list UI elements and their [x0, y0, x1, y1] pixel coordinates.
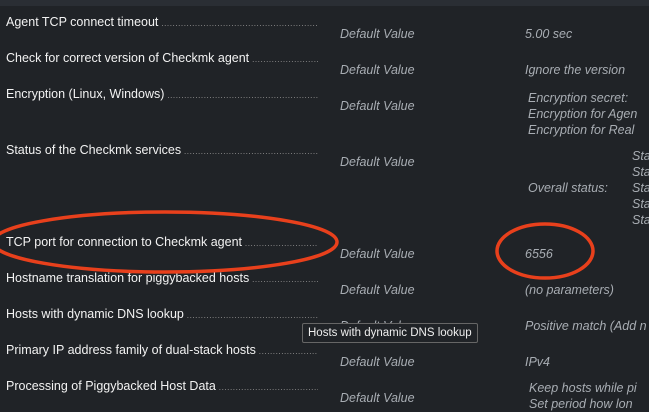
annotation-ellipse-label: [0, 210, 339, 274]
annotation-ellipse-value: [495, 222, 595, 280]
annotation-layer: [0, 210, 595, 280]
